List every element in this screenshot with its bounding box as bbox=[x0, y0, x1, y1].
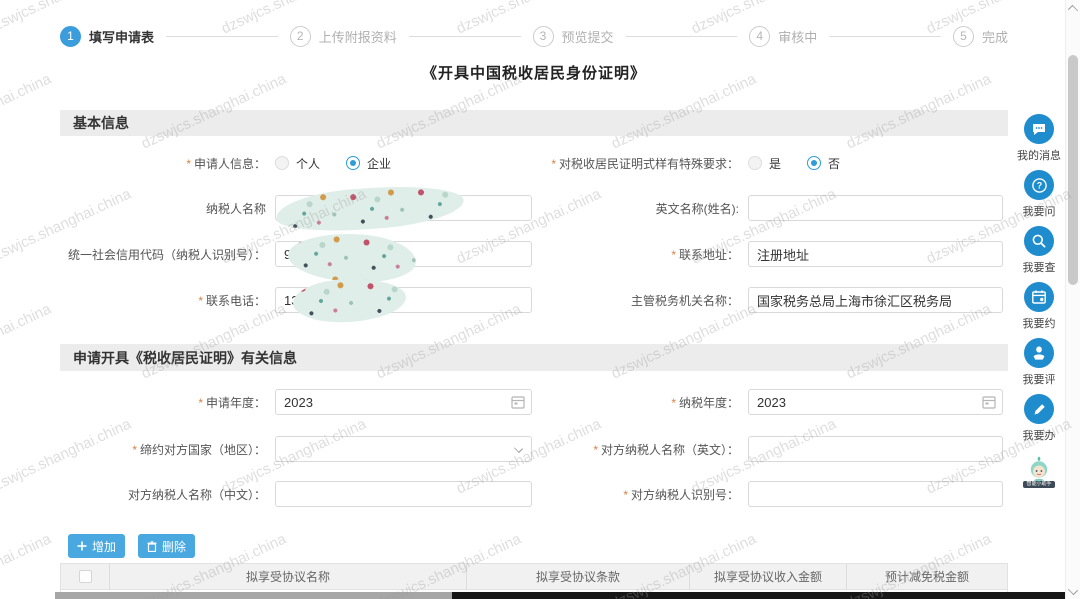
radio-unchecked-icon bbox=[275, 156, 289, 170]
treaty-country-select[interactable] bbox=[275, 436, 532, 462]
column-header-income-amount: 拟享受协议收入金额 bbox=[690, 564, 847, 589]
treaty-country-label: *缔约对方国家（地区）： bbox=[60, 441, 266, 458]
step-2-upload[interactable]: 2 上传附报资料 bbox=[290, 26, 397, 47]
add-row-button[interactable]: 增加 bbox=[68, 534, 125, 558]
vertical-scrollbar-thumb[interactable] bbox=[1068, 55, 1078, 285]
column-header-tax-reduction: 预计减免税金额 bbox=[847, 564, 1007, 589]
tax-authority-input[interactable] bbox=[748, 287, 1003, 313]
wizard-stepper: 1 填写申请表 2 上传附报资料 3 预览提交 4 审核中 5 完成 bbox=[60, 25, 1008, 47]
question-icon: ? bbox=[1031, 177, 1048, 194]
contact-address-input[interactable] bbox=[748, 241, 1003, 267]
horizontal-scrollbar-track bbox=[452, 592, 1065, 599]
tax-resident-certificate-page: 1 填写申请表 2 上传附报资料 3 预览提交 4 审核中 5 完成 《开具中国… bbox=[0, 0, 1080, 599]
counterpart-tax-id-label: *对方纳税人识别号： bbox=[540, 486, 739, 503]
sidebar-item-search[interactable]: 我要查 bbox=[1023, 226, 1056, 275]
special-style-radio-group: 是 否 bbox=[748, 155, 840, 172]
tax-year-label: *纳税年度： bbox=[540, 394, 739, 411]
taxpayer-name-label: 纳税人名称 bbox=[60, 200, 266, 217]
tax-authority-label: 主管税务机关名称： bbox=[540, 292, 739, 309]
plus-icon bbox=[77, 541, 87, 551]
step-2-circle: 2 bbox=[290, 26, 311, 47]
step-5-circle: 5 bbox=[953, 26, 974, 47]
counterpart-name-en-label: *对方纳税人名称（英文）： bbox=[540, 441, 739, 458]
vertical-scrollbar[interactable] bbox=[1065, 0, 1080, 599]
english-name-label: 英文名称(姓名): bbox=[540, 200, 739, 217]
sidebar-item-handle[interactable]: 我要办 bbox=[1023, 394, 1056, 443]
step-5-done[interactable]: 5 完成 bbox=[953, 26, 1008, 47]
assistant-mascot[interactable]: 智能小助手 bbox=[1023, 456, 1054, 488]
radio-checked-icon bbox=[346, 156, 360, 170]
treaty-table-header: 拟享受协议名称 拟享受协议条款 拟享受协议收入金额 预计减免税金额 bbox=[60, 563, 1008, 590]
contact-phone-label: *联系电话： bbox=[60, 292, 266, 309]
apply-year-input[interactable] bbox=[275, 389, 532, 415]
scroll-up-arrow-icon[interactable] bbox=[1068, 5, 1078, 15]
counterpart-name-en-input[interactable] bbox=[748, 436, 1003, 462]
scroll-down-arrow-icon[interactable] bbox=[1068, 585, 1078, 595]
select-all-checkbox[interactable] bbox=[79, 570, 92, 583]
mascot-icon bbox=[1025, 456, 1053, 483]
column-header-agreement-name: 拟享受协议名称 bbox=[110, 564, 467, 589]
step-4-circle: 4 bbox=[749, 26, 770, 47]
radio-checked-icon bbox=[807, 156, 821, 170]
message-icon bbox=[1031, 121, 1047, 137]
applicant-type-label: *申请人信息： bbox=[60, 155, 266, 172]
appointment-icon bbox=[1031, 289, 1047, 305]
sidebar-item-review[interactable]: 我要评 bbox=[1023, 338, 1056, 387]
section-header-basic-info: 基本信息 bbox=[60, 110, 1008, 136]
step-4-reviewing[interactable]: 4 审核中 bbox=[749, 26, 817, 47]
radio-yes[interactable]: 是 bbox=[748, 155, 781, 172]
sidebar-item-my-messages[interactable]: 我的消息 bbox=[1017, 114, 1061, 163]
step-1-fill-form[interactable]: 1 填写申请表 bbox=[60, 26, 154, 47]
trash-icon bbox=[147, 541, 157, 552]
pencil-icon bbox=[1032, 402, 1047, 417]
radio-enterprise[interactable]: 企业 bbox=[346, 155, 391, 172]
step-1-circle: 1 bbox=[60, 26, 81, 47]
step-connector bbox=[409, 36, 521, 37]
floating-sidebar: 我的消息 ? 我要问 我要查 我要约 我要评 我要办 bbox=[1014, 114, 1064, 488]
chevron-down-icon bbox=[514, 444, 523, 453]
mascot-label: 智能小助手 bbox=[1023, 481, 1054, 488]
tax-year-input[interactable] bbox=[748, 389, 1003, 415]
form-card: 基本信息 *申请人信息： 个人 企业 *对税收居民证明式样有特殊要求： 是 否 … bbox=[60, 110, 1008, 593]
page-title: 《开具中国税收居民身份证明》 bbox=[60, 62, 1008, 83]
svg-text:?: ? bbox=[1036, 180, 1042, 190]
sidebar-item-appointment[interactable]: 我要约 bbox=[1023, 282, 1056, 331]
step-3-circle: 3 bbox=[533, 26, 554, 47]
sidebar-item-ask[interactable]: ? 我要问 bbox=[1023, 170, 1056, 219]
step-connector bbox=[829, 36, 941, 37]
section-header-certificate-info: 申请开具《税收居民证明》有关信息 bbox=[60, 344, 1008, 371]
apply-year-label: *申请年度： bbox=[60, 394, 266, 411]
select-all-cell bbox=[61, 564, 110, 589]
review-icon bbox=[1031, 345, 1047, 361]
treaty-country-value bbox=[276, 441, 284, 456]
radio-no[interactable]: 否 bbox=[807, 155, 840, 172]
counterpart-name-cn-input[interactable] bbox=[275, 481, 532, 507]
radio-unchecked-icon bbox=[748, 156, 762, 170]
contact-address-label: *联系地址： bbox=[540, 246, 739, 263]
horizontal-scrollbar-thumb[interactable] bbox=[55, 592, 452, 599]
column-header-agreement-clause: 拟享受协议条款 bbox=[467, 564, 690, 589]
table-toolbar: 增加 删除 bbox=[60, 534, 1008, 558]
step-connector bbox=[166, 36, 278, 37]
credit-code-label: 统一社会信用代码（纳税人识别号）： bbox=[60, 246, 266, 263]
step-3-preview-submit[interactable]: 3 预览提交 bbox=[533, 26, 614, 47]
counterpart-name-cn-label: 对方纳税人名称（中文）： bbox=[60, 486, 266, 503]
step-connector bbox=[626, 36, 738, 37]
delete-row-button[interactable]: 删除 bbox=[138, 534, 195, 558]
radio-personal[interactable]: 个人 bbox=[275, 155, 320, 172]
applicant-type-radio-group: 个人 企业 bbox=[275, 155, 391, 172]
english-name-input[interactable] bbox=[748, 195, 1003, 221]
search-icon bbox=[1031, 233, 1047, 249]
special-style-label: *对税收居民证明式样有特殊要求： bbox=[540, 155, 739, 172]
counterpart-tax-id-input[interactable] bbox=[748, 481, 1003, 507]
